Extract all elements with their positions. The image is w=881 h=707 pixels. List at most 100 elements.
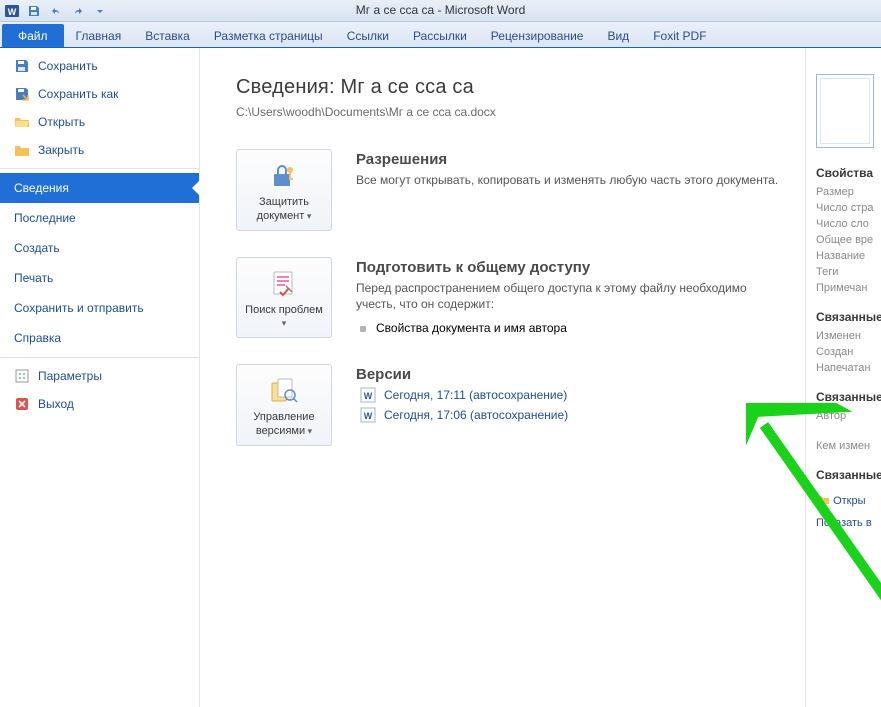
protect-document-button[interactable]: Защитить документ xyxy=(236,149,332,231)
nav-options[interactable]: Параметры xyxy=(0,362,199,390)
folder-open-icon xyxy=(14,114,30,130)
prop-pages: Число стра xyxy=(816,202,881,214)
prepare-bullet: Свойства документа и имя автора xyxy=(360,321,785,335)
versions-section: Управление версиями Версии W Сегодня, 17… xyxy=(236,364,805,446)
nav-label: Справка xyxy=(14,331,61,345)
options-icon xyxy=(14,368,30,384)
titlebar: W Mг а се сса са - Microsoft Word xyxy=(0,0,881,22)
nav-label: Закрыть xyxy=(38,143,84,157)
tab-mail[interactable]: Рассылки xyxy=(401,24,479,47)
nav-label: Параметры xyxy=(38,369,102,383)
version-label: Сегодня, 17:06 (автосохранение) xyxy=(384,408,568,422)
save-icon xyxy=(14,58,30,74)
prop-words: Число сло xyxy=(816,218,881,230)
tab-refs[interactable]: Ссылки xyxy=(335,24,401,47)
manage-versions-button[interactable]: Управление версиями xyxy=(236,364,332,446)
prop-comments: Примечан xyxy=(816,282,881,294)
prop-printed: Напечатан xyxy=(816,362,881,374)
prop-modified: Изменен xyxy=(816,330,881,342)
permissions-text: Все могут открывать, копировать и изменя… xyxy=(356,172,785,189)
versions-icon xyxy=(268,375,300,407)
nav-label: Сохранить xyxy=(38,59,98,73)
prop-tags: Теги xyxy=(816,266,881,278)
prepare-title: Подготовить к общему доступу xyxy=(356,259,785,276)
nav-send-save[interactable]: Сохранить и отправить xyxy=(0,293,199,323)
versions-title: Версии xyxy=(356,366,785,383)
prop-lastmodby: Кем измен xyxy=(816,440,881,452)
nav-info[interactable]: Сведения xyxy=(0,173,199,203)
prop-size: Размер xyxy=(816,186,881,198)
check-issues-button[interactable]: Поиск проблем xyxy=(236,257,332,339)
word-doc-icon: W xyxy=(360,387,376,403)
info-pane: Сведения: Mг а се сса са C:\Users\woodh\… xyxy=(200,48,805,707)
prepare-text: Перед распространением общего доступа к … xyxy=(356,280,785,314)
document-thumbnail[interactable] xyxy=(816,74,874,148)
nav-exit[interactable]: Выход xyxy=(0,390,199,418)
ribbon-tabs: Файл Главная Вставка Разметка страницы С… xyxy=(0,22,881,48)
prop-author: Автор xyxy=(816,410,881,422)
show-all-properties-link[interactable]: Показать в xyxy=(816,517,881,529)
nav-save-as[interactable]: Сохранить как xyxy=(0,80,199,108)
related-dates-heading: Связанные xyxy=(816,310,881,324)
button-label: Защитить документ xyxy=(243,196,325,224)
redo-icon[interactable] xyxy=(70,3,86,19)
permissions-section: Защитить документ Разрешения Все могут о… xyxy=(236,149,805,231)
properties-heading[interactable]: Свойства xyxy=(816,166,881,180)
tab-layout[interactable]: Разметка страницы xyxy=(202,24,335,47)
word-app-icon: W xyxy=(4,3,20,19)
info-heading: Сведения: Mг а се сса са xyxy=(236,76,805,99)
bullet-dot-icon xyxy=(360,326,366,332)
prop-name: Название xyxy=(816,250,881,262)
save-as-icon xyxy=(14,86,30,102)
nav-label: Последние xyxy=(14,211,76,225)
nav-save[interactable]: Сохранить xyxy=(0,52,199,80)
nav-print[interactable]: Печать xyxy=(0,263,199,293)
version-item[interactable]: W Сегодня, 17:11 (автосохранение) xyxy=(360,387,785,403)
quick-access-toolbar: W xyxy=(0,3,108,19)
exit-icon xyxy=(14,396,30,412)
prepare-section: Поиск проблем Подготовить к общему досту… xyxy=(236,257,805,339)
qat-dropdown-icon[interactable] xyxy=(92,3,108,19)
tab-home[interactable]: Главная xyxy=(64,24,134,47)
nav-label: Выход xyxy=(38,397,74,411)
prop-edittime: Общее вре xyxy=(816,234,881,246)
version-label: Сегодня, 17:11 (автосохранение) xyxy=(384,388,567,402)
nav-close[interactable]: Закрыть xyxy=(0,136,199,164)
nav-label: Печать xyxy=(14,271,53,285)
nav-label: Открыть xyxy=(38,115,85,129)
related-docs-heading: Связанные xyxy=(816,468,881,482)
related-people-heading: Связанные xyxy=(816,390,881,404)
backstage-nav: Сохранить Сохранить как Открыть Закрыть … xyxy=(0,48,200,707)
open-file-location-link[interactable]: Откры xyxy=(816,492,881,507)
tab-review[interactable]: Рецензирование xyxy=(479,24,596,47)
window-title: Mг а се сса са - Microsoft Word xyxy=(356,3,526,17)
version-item[interactable]: W Сегодня, 17:06 (автосохранение) xyxy=(360,407,785,423)
document-path: C:\Users\woodh\Documents\Mг а се сса са.… xyxy=(236,105,805,119)
bullet-text: Свойства документа и имя автора xyxy=(376,321,567,335)
nav-label: Создать xyxy=(14,241,60,255)
tab-foxit[interactable]: Foxit PDF xyxy=(641,24,718,47)
svg-text:W: W xyxy=(8,7,17,17)
permissions-title: Разрешения xyxy=(356,151,785,168)
button-label: Поиск проблем xyxy=(243,304,325,332)
nav-label: Сведения xyxy=(14,181,69,195)
nav-new[interactable]: Создать xyxy=(0,233,199,263)
nav-help[interactable]: Справка xyxy=(0,323,199,353)
nav-recent[interactable]: Последние xyxy=(0,203,199,233)
tab-file[interactable]: Файл xyxy=(2,24,64,47)
link-text: Откры xyxy=(833,495,865,507)
nav-open[interactable]: Открыть xyxy=(0,108,199,136)
lock-key-icon xyxy=(268,160,300,192)
nav-label: Сохранить как xyxy=(38,87,118,101)
folder-close-icon xyxy=(14,142,30,158)
undo-icon[interactable] xyxy=(48,3,64,19)
inspect-icon xyxy=(268,268,300,300)
nav-label: Сохранить и отправить xyxy=(14,301,144,315)
tab-insert[interactable]: Вставка xyxy=(133,24,202,47)
save-icon[interactable] xyxy=(26,3,42,19)
tab-view[interactable]: Вид xyxy=(595,24,641,47)
button-label: Управление версиями xyxy=(243,411,325,439)
word-doc-icon: W xyxy=(360,407,376,423)
properties-panel: Свойства Размер Число стра Число сло Общ… xyxy=(805,48,881,707)
svg-text:W: W xyxy=(364,391,373,401)
